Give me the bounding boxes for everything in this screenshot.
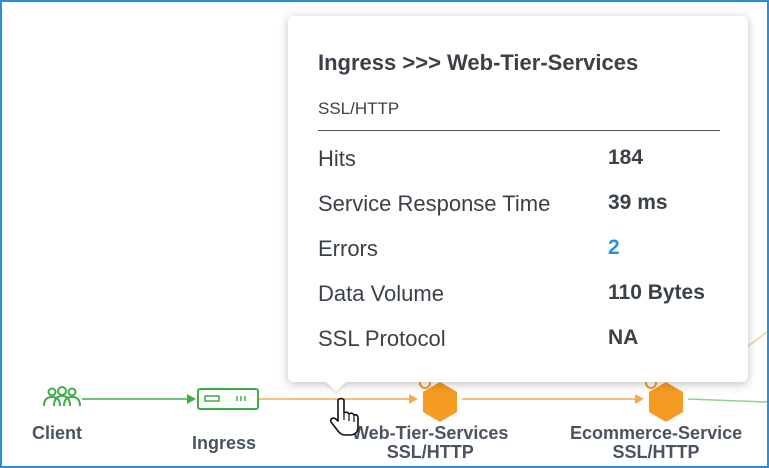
- tooltip-title: Ingress >>> Web-Tier-Services: [318, 50, 639, 75]
- node-label-client: Client: [32, 423, 83, 443]
- node-label-ecommerce: Ecommerce-Service SSL/HTTP: [570, 424, 742, 462]
- metric-row-hits: Hits 184: [318, 146, 720, 176]
- link-ingress-web-tier-arrow: [409, 394, 418, 404]
- link-ecommerce-outbound[interactable]: [687, 398, 767, 403]
- metric-row-errors: Errors 2: [318, 236, 720, 266]
- hand-pointer-icon: [329, 397, 359, 436]
- link-client-ingress-arrow: [187, 394, 196, 404]
- users-group-icon[interactable]: [43, 386, 81, 407]
- link-details-tooltip: Ingress >>> Web-Tier-Services SSL/HTTP H…: [288, 16, 748, 382]
- metric-row-response-time: Service Response Time 39 ms: [318, 191, 720, 221]
- metric-label: Service Response Time: [318, 191, 551, 216]
- metric-value: 39 ms: [608, 191, 668, 214]
- metric-row-data-volume: Data Volume 110 Bytes: [318, 281, 720, 311]
- link-web-tier-ecommerce-arrow: [635, 394, 644, 404]
- metric-label: Errors: [318, 236, 378, 261]
- node-protocol: SSL/HTTP: [612, 442, 700, 462]
- metric-label: SSL Protocol: [318, 326, 446, 351]
- tooltip-divider: [318, 130, 720, 131]
- node-name: Web-Tier-Services: [352, 423, 509, 443]
- hexagon-service-icon[interactable]: [645, 377, 683, 422]
- metric-value: NA: [608, 326, 639, 349]
- metric-row-ssl-protocol: SSL Protocol NA: [318, 326, 720, 356]
- errors-link[interactable]: 2: [608, 236, 620, 260]
- ingress-device-icon[interactable]: [197, 388, 259, 410]
- metric-value: 184: [608, 146, 644, 169]
- metric-label: Hits: [318, 146, 356, 171]
- metric-value: 110 Bytes: [608, 281, 705, 304]
- node-protocol: SSL/HTTP: [386, 442, 474, 462]
- node-label-web-tier: Web-Tier-Services SSL/HTTP: [352, 424, 508, 462]
- metric-label: Data Volume: [318, 281, 444, 306]
- node-label-ingress: Ingress: [192, 433, 257, 453]
- service-graph-panel: Client Ingress Web-Tier-Services SSL/HTT…: [0, 0, 769, 468]
- tooltip-subtitle: SSL/HTTP: [318, 99, 400, 118]
- hexagon-service-icon[interactable]: [419, 377, 457, 422]
- link-ecommerce-upstream[interactable]: [746, 331, 767, 348]
- node-name: Ecommerce-Service: [570, 423, 743, 443]
